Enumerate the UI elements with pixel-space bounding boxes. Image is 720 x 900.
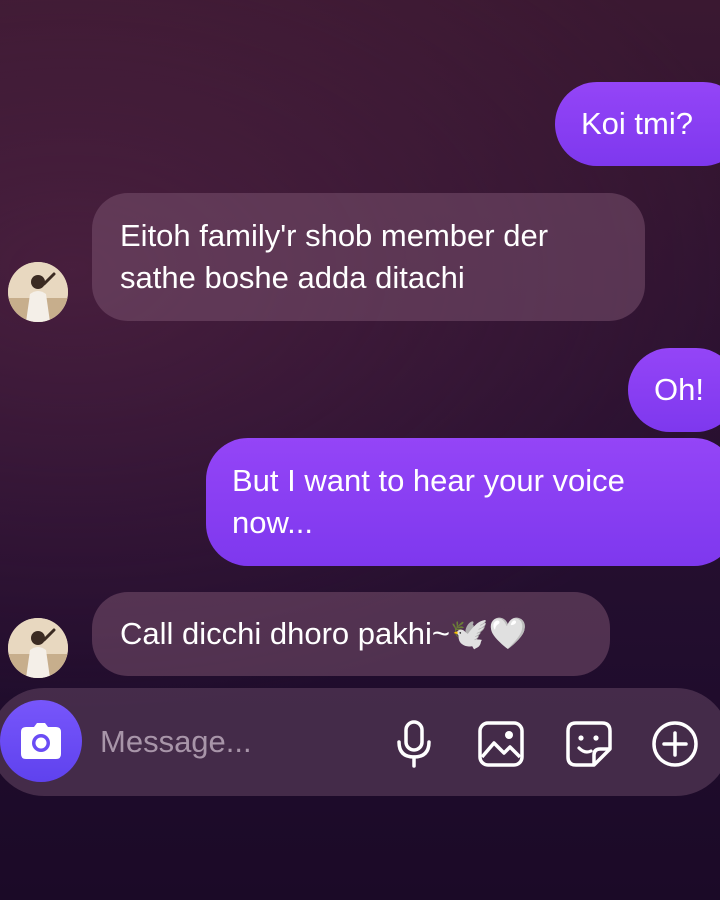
outgoing-message[interactable]: But I want to hear your voice now...	[206, 438, 720, 566]
incoming-message[interactable]: Eitoh family'r shob member der sathe bos…	[92, 193, 645, 321]
message-text-line: now...	[232, 505, 313, 540]
message-text-line: But I want to hear your voice	[232, 463, 625, 498]
message-text: Oh!	[654, 372, 704, 407]
microphone-button[interactable]	[388, 718, 440, 770]
gallery-icon	[478, 721, 524, 767]
incoming-message[interactable]: Call dicchi dhoro pakhi~🕊️🤍	[92, 592, 610, 676]
more-options-button[interactable]	[649, 718, 701, 770]
message-input[interactable]	[100, 720, 370, 764]
avatar-image	[8, 618, 68, 678]
message-text: Call dicchi dhoro pakhi~🕊️🤍	[120, 616, 528, 651]
message-text-line: sathe boshe adda ditachi	[120, 260, 465, 295]
camera-button[interactable]	[0, 700, 82, 782]
gallery-button[interactable]	[475, 718, 527, 770]
contact-avatar[interactable]	[8, 618, 68, 678]
microphone-icon	[397, 720, 431, 768]
avatar-image	[8, 262, 68, 322]
message-text-line: Eitoh family'r shob member der	[120, 218, 549, 253]
camera-icon	[21, 723, 61, 759]
sticker-button[interactable]	[563, 718, 615, 770]
message-text: Koi tmi?	[581, 106, 693, 141]
contact-avatar[interactable]	[8, 262, 68, 322]
sticker-icon	[566, 721, 612, 767]
plus-icon	[652, 721, 698, 767]
outgoing-message[interactable]: Koi tmi?	[555, 82, 720, 166]
outgoing-message[interactable]: Oh!	[628, 348, 720, 432]
